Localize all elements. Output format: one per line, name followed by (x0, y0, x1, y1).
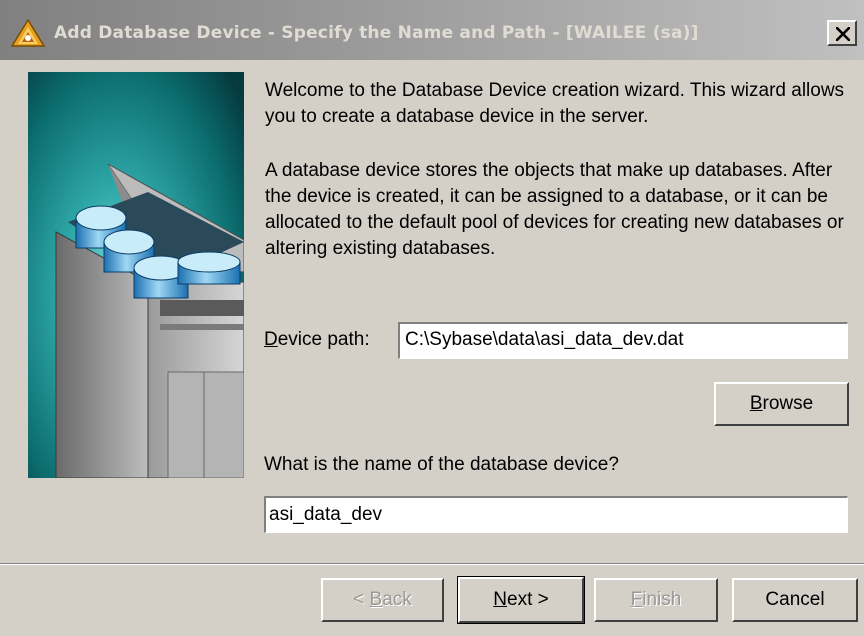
finish-button[interactable]: Finish (594, 578, 718, 622)
wizard-dialog: Add Database Device - Specify the Name a… (0, 0, 864, 636)
device-name-field[interactable]: asi_data_dev (264, 496, 848, 533)
next-button[interactable]: Next > (457, 576, 585, 624)
device-path-field[interactable]: C:\Sybase\data\asi_data_dev.dat (398, 322, 848, 359)
mnemonic: D (264, 329, 278, 350)
mnemonic: F (630, 589, 643, 610)
mnemonic: B (749, 393, 763, 414)
device-path-label: Device path: (264, 329, 370, 350)
intro-text: Welcome to the Database Device creation … (265, 80, 845, 127)
cancel-button[interactable]: Cancel (732, 578, 858, 622)
device-name-label: What is the name of the database device? (264, 454, 619, 475)
description-text: A database device stores the objects tha… (265, 160, 844, 259)
footer-separator-highlight (0, 564, 864, 565)
window-title: Add Database Device - Specify the Name a… (54, 23, 699, 43)
close-icon (836, 27, 850, 41)
browse-button[interactable]: Browse (714, 382, 849, 426)
close-button[interactable] (827, 20, 857, 46)
mnemonic: N (493, 589, 507, 610)
title-bar[interactable]: Add Database Device - Specify the Name a… (0, 0, 864, 60)
sybase-central-icon (10, 18, 46, 48)
database-server-illustration (28, 72, 244, 478)
mnemonic: B (369, 589, 383, 610)
back-button[interactable]: < Back (321, 578, 444, 622)
